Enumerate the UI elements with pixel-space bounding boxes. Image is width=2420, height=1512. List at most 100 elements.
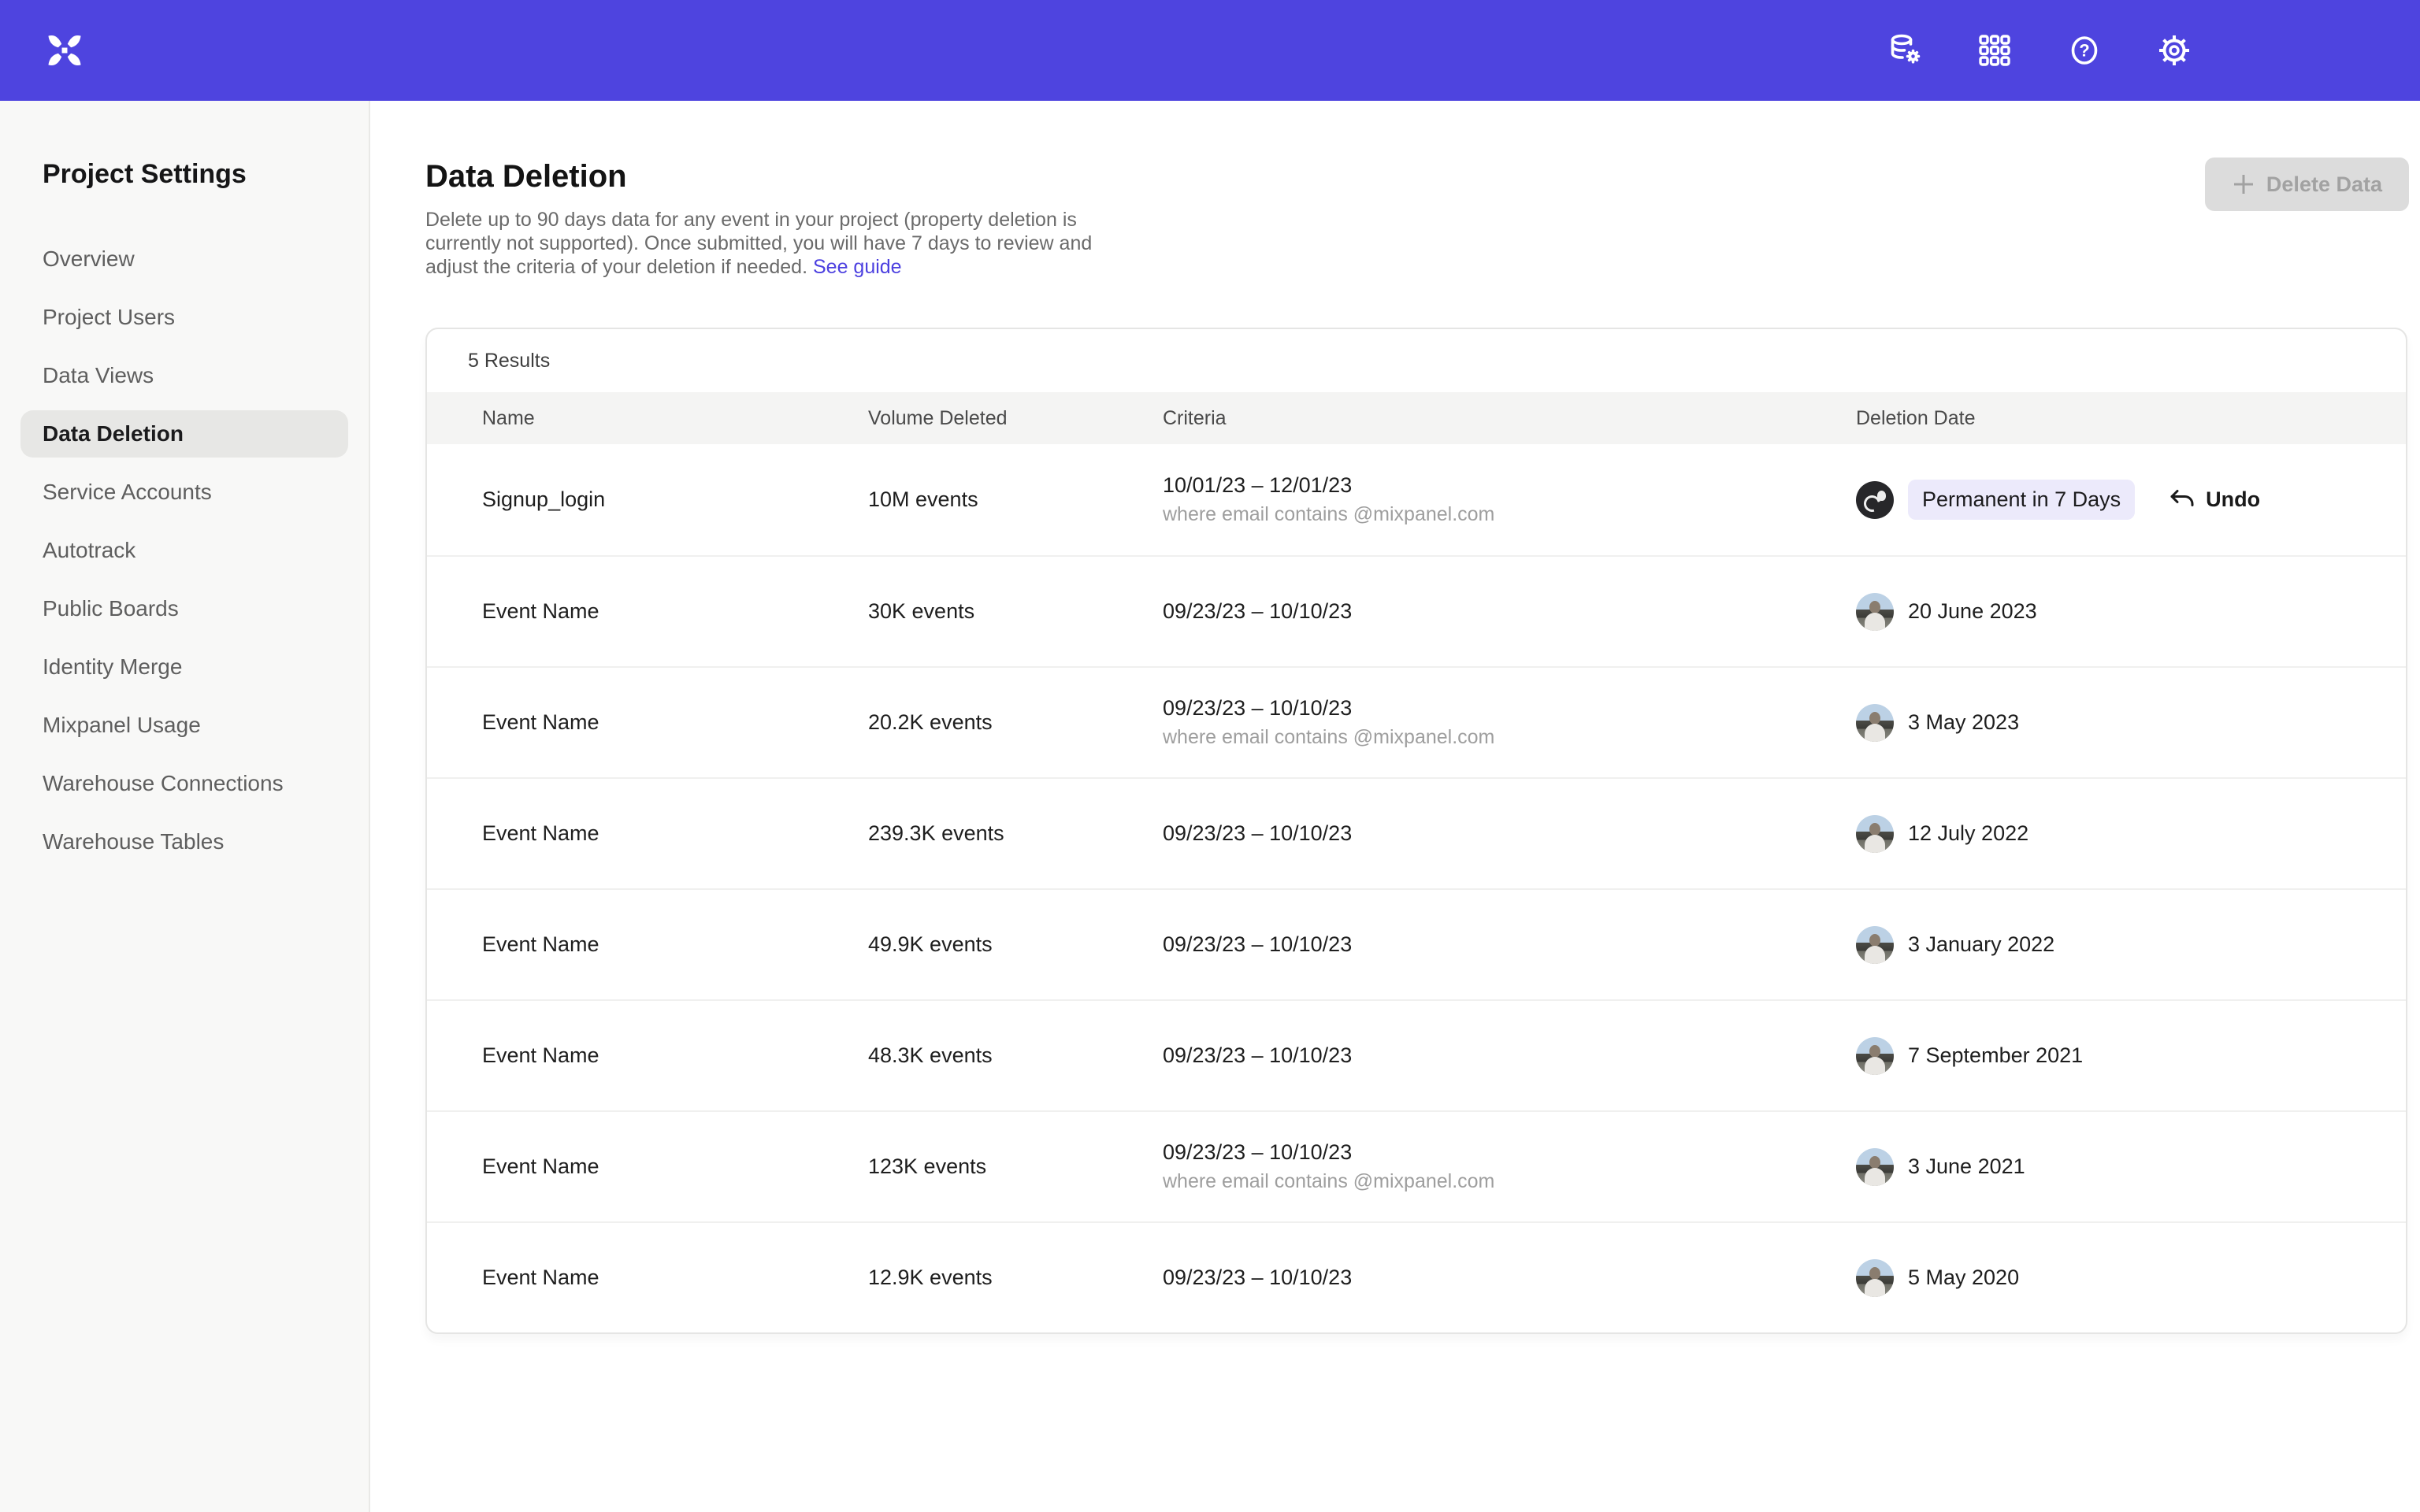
avatar xyxy=(1856,481,1894,519)
row-criteria: 09/23/23 – 10/10/23 where email contains… xyxy=(1163,696,1856,749)
deletion-date-text: 3 May 2023 xyxy=(1908,710,2019,735)
row-criteria: 09/23/23 – 10/10/23 xyxy=(1163,932,1856,957)
sidebar-item-public-boards[interactable]: Public Boards xyxy=(20,585,348,632)
row-deletion-date: 5 May 2020 xyxy=(1856,1259,2351,1297)
sidebar-title: Project Settings xyxy=(43,159,369,190)
topbar: ? xyxy=(0,0,2420,101)
table-row: Signup_login 10M events 10/01/23 – 12/01… xyxy=(427,444,2406,555)
row-volume: 239.3K events xyxy=(868,821,1163,846)
sidebar-item-autotrack[interactable]: Autotrack xyxy=(20,527,348,574)
column-header-deletion-date: Deletion Date xyxy=(1856,407,2351,430)
avatar xyxy=(1856,1037,1894,1075)
row-deletion-date: 12 July 2022 xyxy=(1856,815,2351,853)
sidebar-nav: Overview Project Users Data Views Data D… xyxy=(20,235,348,865)
row-deletion-date: 3 May 2023 xyxy=(1856,704,2351,742)
row-volume: 123K events xyxy=(868,1154,1163,1179)
table-row: Event Name 12.9K events 09/23/23 – 10/10… xyxy=(427,1221,2406,1332)
row-deletion-date: 20 June 2023 xyxy=(1856,593,2351,631)
sidebar-item-warehouse-tables[interactable]: Warehouse Tables xyxy=(20,818,348,865)
sidebar-item-mixpanel-usage[interactable]: Mixpanel Usage xyxy=(20,702,348,749)
row-criteria: 09/23/23 – 10/10/23 where email contains… xyxy=(1163,1140,1856,1193)
avatar xyxy=(1856,1259,1894,1297)
sidebar-item-data-views[interactable]: Data Views xyxy=(20,352,348,399)
row-criteria-range: 09/23/23 – 10/10/23 xyxy=(1163,1140,1856,1165)
sidebar: Project Settings Overview Project Users … xyxy=(0,101,370,1512)
help-icon[interactable]: ? xyxy=(2066,32,2103,69)
page-title: Data Deletion xyxy=(425,158,2407,195)
avatar xyxy=(1856,704,1894,742)
row-deletion-date: 3 June 2021 xyxy=(1856,1148,2351,1186)
data-management-icon[interactable] xyxy=(1886,32,1924,69)
row-deletion-date: 7 September 2021 xyxy=(1856,1037,2351,1075)
row-volume: 48.3K events xyxy=(868,1043,1163,1068)
avatar xyxy=(1856,815,1894,853)
row-name: Event Name xyxy=(482,710,868,735)
column-header-volume: Volume Deleted xyxy=(868,407,1163,430)
svg-text:?: ? xyxy=(2079,41,2089,61)
row-name: Signup_login xyxy=(482,487,868,512)
undo-label: Undo xyxy=(2206,487,2260,512)
row-criteria-range: 09/23/23 – 10/10/23 xyxy=(1163,821,1856,846)
row-criteria-filter: where email contains @mixpanel.com xyxy=(1163,503,1856,526)
deletion-date-text: 3 June 2021 xyxy=(1908,1154,2025,1179)
deletion-table-card: 5 Results Name Volume Deleted Criteria D… xyxy=(425,328,2407,1334)
row-deletion-date: Permanent in 7 Days Undo xyxy=(1856,480,2351,520)
deletion-date-text: 20 June 2023 xyxy=(1908,599,2037,624)
table-row: Event Name 239.3K events 09/23/23 – 10/1… xyxy=(427,777,2406,888)
sidebar-item-data-deletion[interactable]: Data Deletion xyxy=(20,410,348,458)
mixpanel-logo-icon[interactable] xyxy=(44,30,85,71)
row-criteria-range: 09/23/23 – 10/10/23 xyxy=(1163,696,1856,721)
delete-data-button[interactable]: Delete Data xyxy=(2205,158,2409,211)
column-header-name: Name xyxy=(482,407,868,430)
apps-grid-icon[interactable] xyxy=(1976,32,2014,69)
row-name: Event Name xyxy=(482,932,868,957)
row-volume: 49.9K events xyxy=(868,932,1163,957)
column-header-criteria: Criteria xyxy=(1163,407,1856,430)
see-guide-link[interactable]: See guide xyxy=(813,256,902,278)
settings-gear-icon[interactable] xyxy=(2155,32,2193,69)
row-name: Event Name xyxy=(482,821,868,846)
row-criteria: 09/23/23 – 10/10/23 xyxy=(1163,1266,1856,1290)
row-name: Event Name xyxy=(482,1266,868,1290)
table-row: Event Name 48.3K events 09/23/23 – 10/10… xyxy=(427,999,2406,1110)
row-name: Event Name xyxy=(482,1154,868,1179)
row-criteria: 09/23/23 – 10/10/23 xyxy=(1163,1043,1856,1068)
sidebar-item-overview[interactable]: Overview xyxy=(20,235,348,283)
deletion-date-text: 7 September 2021 xyxy=(1908,1043,2083,1068)
undo-button[interactable]: Undo xyxy=(2168,486,2260,514)
page-description: Delete up to 90 days data for any event … xyxy=(425,208,1146,279)
row-criteria-range: 09/23/23 – 10/10/23 xyxy=(1163,599,1856,624)
sidebar-item-identity-merge[interactable]: Identity Merge xyxy=(20,643,348,691)
topbar-icon-group: ? xyxy=(1886,32,2193,69)
undo-icon xyxy=(2168,486,2196,514)
table-row: Event Name 123K events 09/23/23 – 10/10/… xyxy=(427,1110,2406,1221)
row-name: Event Name xyxy=(482,1043,868,1068)
table-body: Signup_login 10M events 10/01/23 – 12/01… xyxy=(427,444,2406,1332)
row-criteria-range: 09/23/23 – 10/10/23 xyxy=(1163,1043,1856,1068)
row-volume: 12.9K events xyxy=(868,1266,1163,1290)
row-volume: 30K events xyxy=(868,599,1163,624)
deletion-date-text: 5 May 2020 xyxy=(1908,1266,2019,1290)
row-volume: 10M events xyxy=(868,487,1163,512)
avatar xyxy=(1856,1148,1894,1186)
table-row: Event Name 30K events 09/23/23 – 10/10/2… xyxy=(427,555,2406,666)
sidebar-item-service-accounts[interactable]: Service Accounts xyxy=(20,469,348,516)
row-criteria: 10/01/23 – 12/01/23 where email contains… xyxy=(1163,473,1856,526)
plus-icon xyxy=(2232,172,2255,196)
row-criteria-range: 09/23/23 – 10/10/23 xyxy=(1163,1266,1856,1290)
table-header-row: Name Volume Deleted Criteria Deletion Da… xyxy=(427,392,2406,444)
main-content: Data Deletion Delete up to 90 days data … xyxy=(370,101,2420,1512)
row-criteria: 09/23/23 – 10/10/23 xyxy=(1163,821,1856,846)
sidebar-item-project-users[interactable]: Project Users xyxy=(20,294,348,341)
row-deletion-date: 3 January 2022 xyxy=(1856,926,2351,964)
deletion-date-text: 12 July 2022 xyxy=(1908,821,2028,846)
row-criteria-filter: where email contains @mixpanel.com xyxy=(1163,726,1856,749)
page-description-text: Delete up to 90 days data for any event … xyxy=(425,209,1092,278)
table-row: Event Name 49.9K events 09/23/23 – 10/10… xyxy=(427,888,2406,999)
table-row: Event Name 20.2K events 09/23/23 – 10/10… xyxy=(427,666,2406,777)
delete-data-button-label: Delete Data xyxy=(2266,172,2382,197)
avatar xyxy=(1856,593,1894,631)
sidebar-item-warehouse-connections[interactable]: Warehouse Connections xyxy=(20,760,348,807)
row-criteria-filter: where email contains @mixpanel.com xyxy=(1163,1170,1856,1193)
row-name: Event Name xyxy=(482,599,868,624)
